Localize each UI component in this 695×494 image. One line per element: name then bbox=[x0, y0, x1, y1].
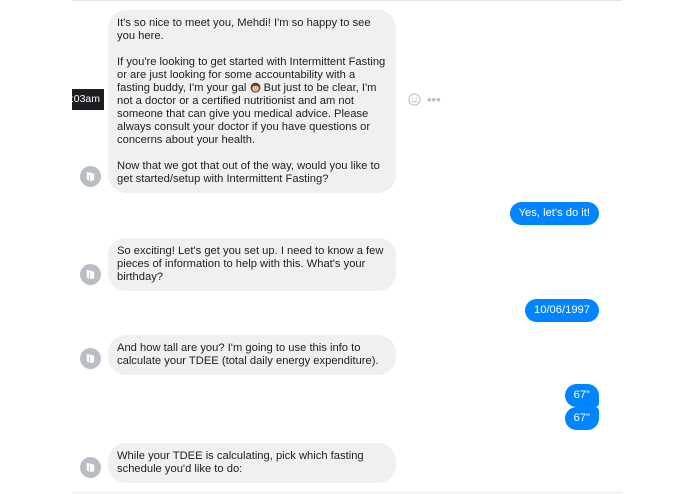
bot-avatar[interactable] bbox=[80, 348, 101, 369]
bottom-divider bbox=[72, 492, 622, 493]
woman-emoji-icon bbox=[250, 82, 260, 93]
bot-avatar[interactable] bbox=[80, 166, 101, 187]
intro-paragraph-2: If you're looking to get started with In… bbox=[117, 56, 386, 147]
bot-avatar-icon bbox=[86, 269, 95, 280]
message-timestamp: :03am bbox=[72, 89, 104, 110]
bot-message-birthday[interactable]: So exciting! Let's get you set up. I nee… bbox=[108, 238, 396, 291]
bot-message-height[interactable]: And how tall are you? I'm going to use t… bbox=[108, 335, 396, 375]
top-divider bbox=[72, 0, 622, 1]
intro-paragraph-3: Now that we got that out of the way, wou… bbox=[117, 160, 383, 185]
user-message-height-1[interactable]: 67" bbox=[564, 384, 599, 407]
schedule-prompt: While your TDEE is calculating, pick whi… bbox=[117, 450, 367, 475]
birthday-question: So exciting! Let's get you set up. I nee… bbox=[117, 245, 387, 283]
bot-avatar[interactable] bbox=[80, 264, 101, 285]
user-message-height-2[interactable]: 67" bbox=[564, 407, 599, 430]
bot-avatar-icon bbox=[86, 353, 95, 364]
intro-paragraph-1: It's so nice to meet you, Mehdi! I'm so … bbox=[117, 17, 374, 42]
user-message-start[interactable]: Yes, let's do it! bbox=[509, 202, 599, 225]
bot-avatar-icon bbox=[86, 171, 95, 182]
user-message-birthday[interactable]: 10/06/1997 bbox=[525, 299, 599, 322]
bot-message-intro[interactable]: It's so nice to meet you, Mehdi! I'm so … bbox=[108, 10, 396, 193]
smiley-icon[interactable] bbox=[408, 93, 421, 106]
height-question: And how tall are you? I'm going to use t… bbox=[117, 342, 379, 367]
message-actions: ••• bbox=[408, 93, 441, 106]
bot-avatar-icon bbox=[86, 462, 95, 473]
more-dots-icon[interactable]: ••• bbox=[427, 93, 441, 106]
bot-message-schedule[interactable]: While your TDEE is calculating, pick whi… bbox=[108, 443, 396, 483]
bot-avatar[interactable] bbox=[80, 457, 101, 478]
